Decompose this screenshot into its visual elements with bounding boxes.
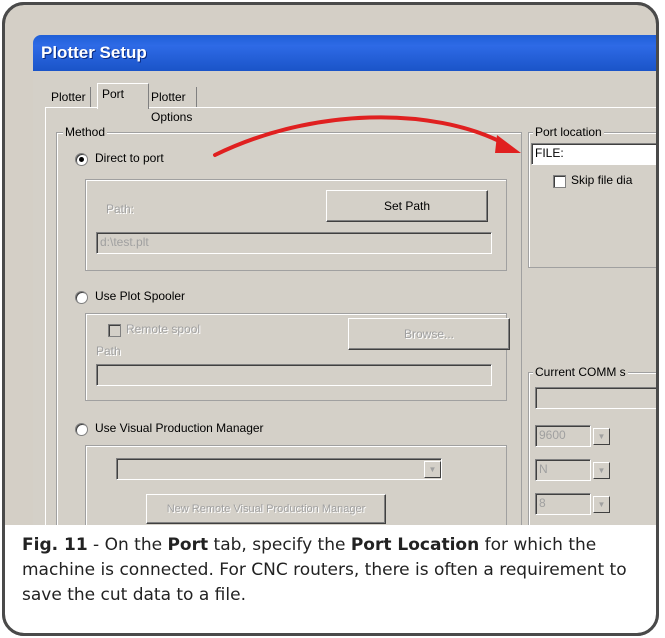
parity-dropdown-arrow-icon[interactable]: ▼	[593, 462, 610, 479]
path-field[interactable]: d:\test.plt	[96, 232, 492, 254]
spool-path-label: Path	[96, 344, 121, 358]
figure-frame: Plotter Setup Plotter Port Plotter Optio…	[2, 2, 659, 636]
spool-path-field[interactable]	[96, 364, 492, 386]
tab-port[interactable]: Port	[97, 83, 149, 109]
caption-bold-port: Port	[167, 535, 209, 555]
remote-spool-checkbox[interactable]	[108, 324, 121, 337]
baud-select[interactable]: 9600	[535, 425, 591, 447]
baud-dropdown-arrow-icon[interactable]: ▼	[593, 428, 610, 445]
vpm-radio[interactable]	[75, 423, 88, 436]
caption-fig-label: Fig. 11	[22, 535, 88, 555]
plot-spooler-label[interactable]: Use Plot Spooler	[95, 289, 185, 303]
caption-text: Fig. 11 - On the Port tab, specify the P…	[22, 533, 656, 608]
vpm-dropdown-arrow-icon[interactable]: ▼	[424, 461, 441, 478]
spooler-subgroup: Remote spool Browse... Path	[85, 313, 510, 401]
plot-spooler-radio[interactable]	[75, 291, 88, 304]
comm-settings-group-label: Current COMM s	[533, 365, 628, 379]
figure-caption: Fig. 11 - On the Port tab, specify the P…	[5, 525, 656, 633]
remote-spool-label: Remote spool	[126, 322, 201, 336]
annotation-arrow	[213, 115, 521, 157]
data-bits-dropdown-arrow-icon[interactable]: ▼	[593, 496, 610, 513]
browse-button[interactable]: Browse...	[348, 318, 510, 350]
vpm-select[interactable]	[116, 458, 442, 480]
vpm-label[interactable]: Use Visual Production Manager	[95, 421, 264, 435]
new-vpm-button[interactable]: New Remote Visual Production Manager	[146, 494, 386, 524]
parity-select[interactable]: N	[535, 459, 591, 481]
caption-bold-port-location: Port Location	[350, 535, 480, 555]
caption-text-2: tab, specify the	[208, 535, 351, 555]
caption-text-1: - On the	[87, 535, 168, 555]
comm-field[interactable]	[535, 387, 656, 409]
data-bits-select[interactable]: 8	[535, 493, 591, 515]
